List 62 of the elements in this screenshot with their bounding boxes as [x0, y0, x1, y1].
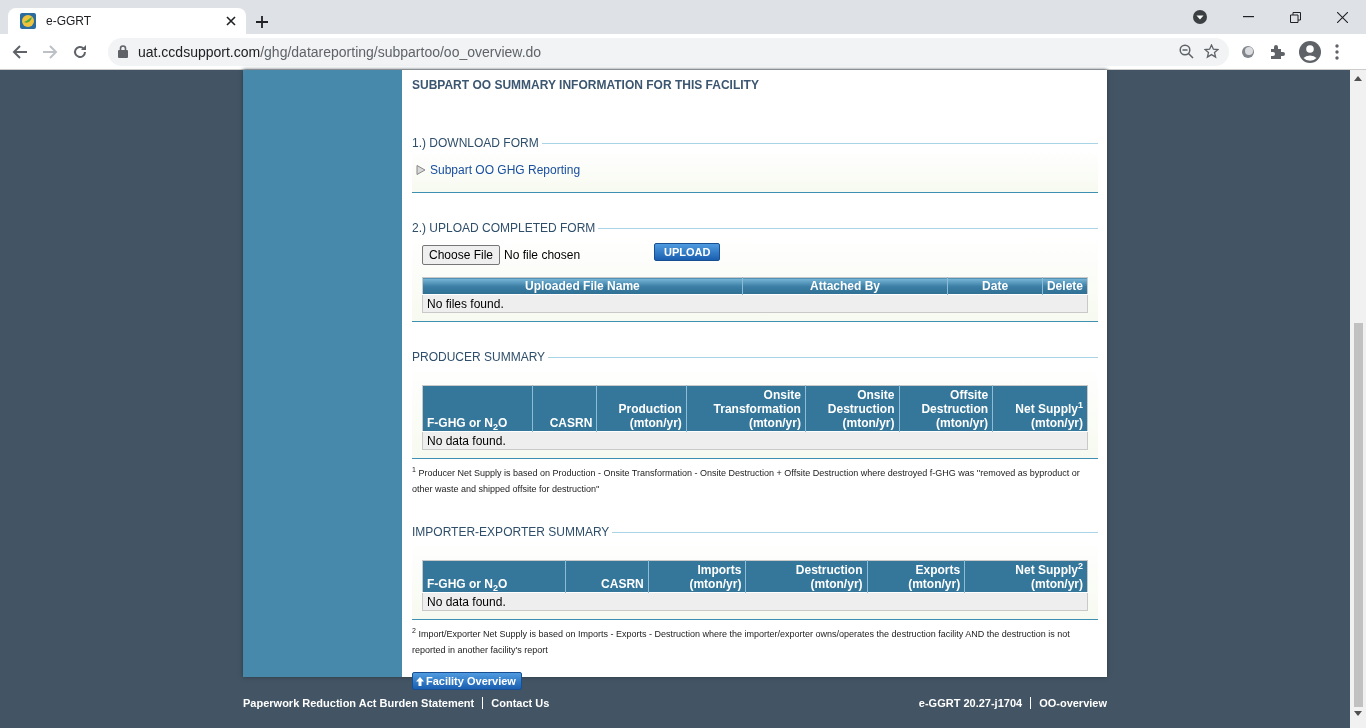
footnote: $^{2}$ Import/Exporter Net Supply is based on Imports - Exports - Destruction where the importer/exporter owns/operates the destruction facility AND the destruction is not reported in another facility's report	[412, 626, 1071, 657]
scrollbar-thumb[interactable]	[1353, 323, 1363, 707]
site-logo-icon	[20, 13, 36, 29]
menu-icon[interactable]	[1335, 43, 1339, 60]
restore-icon[interactable]	[1290, 11, 1301, 23]
choose-file-button[interactable]: Choose File	[422, 245, 501, 265]
column-header: Uploaded File Name	[422, 277, 743, 295]
column-header: Delete	[1042, 277, 1088, 295]
column-header: Exports (mton/yr)	[867, 560, 965, 593]
scrollbar[interactable]	[1350, 70, 1366, 728]
footnote: $^{1}$ Producer Net Supply is based on Production - Onsite Transformation - Onsite Destruction + Offsite Destruction where destroyed f-GHG was ''removed as byproduct or other waste and shipped offsite for destruction''	[412, 465, 1081, 496]
column-header: Production (mton/yr)	[596, 385, 687, 432]
file-status: No file chosen	[504, 248, 582, 262]
address-bar[interactable]: uat.ccdsupport.com/ghg/datareporting/subpartoo/oo_overview.do	[108, 37, 1229, 66]
section-title: 1.) DOWNLOAD FORM	[412, 136, 539, 150]
section-title: IMPORTER-EXPORTER SUMMARY	[412, 525, 610, 539]
facility-overview-button[interactable]: Facility Overview	[412, 672, 522, 690]
download-link[interactable]: Subpart OO GHG Reporting	[430, 163, 581, 177]
new-tab-icon[interactable]	[256, 16, 268, 28]
footer-link[interactable]: Paperwork Reduction Act Burden Statement	[243, 696, 475, 709]
column-header: Attached By	[742, 277, 948, 295]
browser-tab[interactable]: e-GGRT	[8, 8, 246, 34]
url-text: uat.ccdsupport.com/ghg/datareporting/subpartoo/oo_overview.do	[138, 43, 543, 60]
profile-icon[interactable]	[1299, 40, 1321, 63]
up-arrow-icon	[416, 676, 424, 686]
back-icon[interactable]	[12, 43, 28, 60]
column-header: CASRN	[533, 385, 597, 432]
section-title: PRODUCER SUMMARY	[412, 350, 546, 364]
section-title: 2.) UPLOAD COMPLETED FORM	[412, 221, 596, 235]
column-header: Imports (mton/yr)	[648, 560, 746, 593]
play-icon	[416, 165, 426, 175]
reload-icon[interactable]	[72, 43, 88, 60]
lock-icon	[118, 45, 128, 58]
column-header: Onsite Destruction (mton/yr)	[805, 385, 900, 432]
star-icon[interactable]	[1204, 44, 1219, 59]
minimize-icon[interactable]	[1243, 16, 1254, 18]
close-icon[interactable]	[226, 16, 236, 26]
empty-message: No data found.	[422, 592, 1088, 611]
extension-icon[interactable]	[1241, 44, 1255, 59]
column-header: F-GHG or N$_{2}$O	[422, 560, 566, 593]
footer-text: OO-overview	[1030, 696, 1107, 709]
footer-text: e-GGRT 20.27-j1704	[918, 696, 1023, 709]
column-header: Date	[947, 277, 1043, 295]
close-icon[interactable]	[1337, 11, 1348, 23]
footer-link[interactable]: Contact Us	[482, 696, 550, 709]
tab-title: e-GGRT	[46, 14, 93, 28]
upload-button[interactable]: UPLOAD	[654, 243, 721, 261]
column-header: CASRN	[565, 560, 649, 593]
column-header: Onsite Transformation (mton/yr)	[686, 385, 806, 432]
column-header: F-GHG or N$_{2}$O	[422, 385, 533, 432]
column-header: Offsite Destruction (mton/yr)	[899, 385, 993, 432]
column-header: Net Supply$^{2}$ (mton/yr)	[964, 560, 1088, 593]
empty-message: No files found.	[422, 294, 1088, 313]
scroll-up-icon[interactable]	[1354, 76, 1362, 81]
puzzle-icon[interactable]	[1269, 43, 1285, 60]
empty-message: No data found.	[422, 431, 1088, 450]
zoom-out-icon[interactable]	[1179, 44, 1194, 59]
dropdown-icon[interactable]	[1193, 10, 1207, 24]
scroll-down-icon[interactable]	[1354, 711, 1362, 716]
page-heading: SUBPART OO SUMMARY INFORMATION FOR THIS FACILITY	[412, 78, 760, 92]
column-header: Net Supply$^{1}$ (mton/yr)	[992, 385, 1088, 432]
column-header: Destruction (mton/yr)	[745, 560, 868, 593]
